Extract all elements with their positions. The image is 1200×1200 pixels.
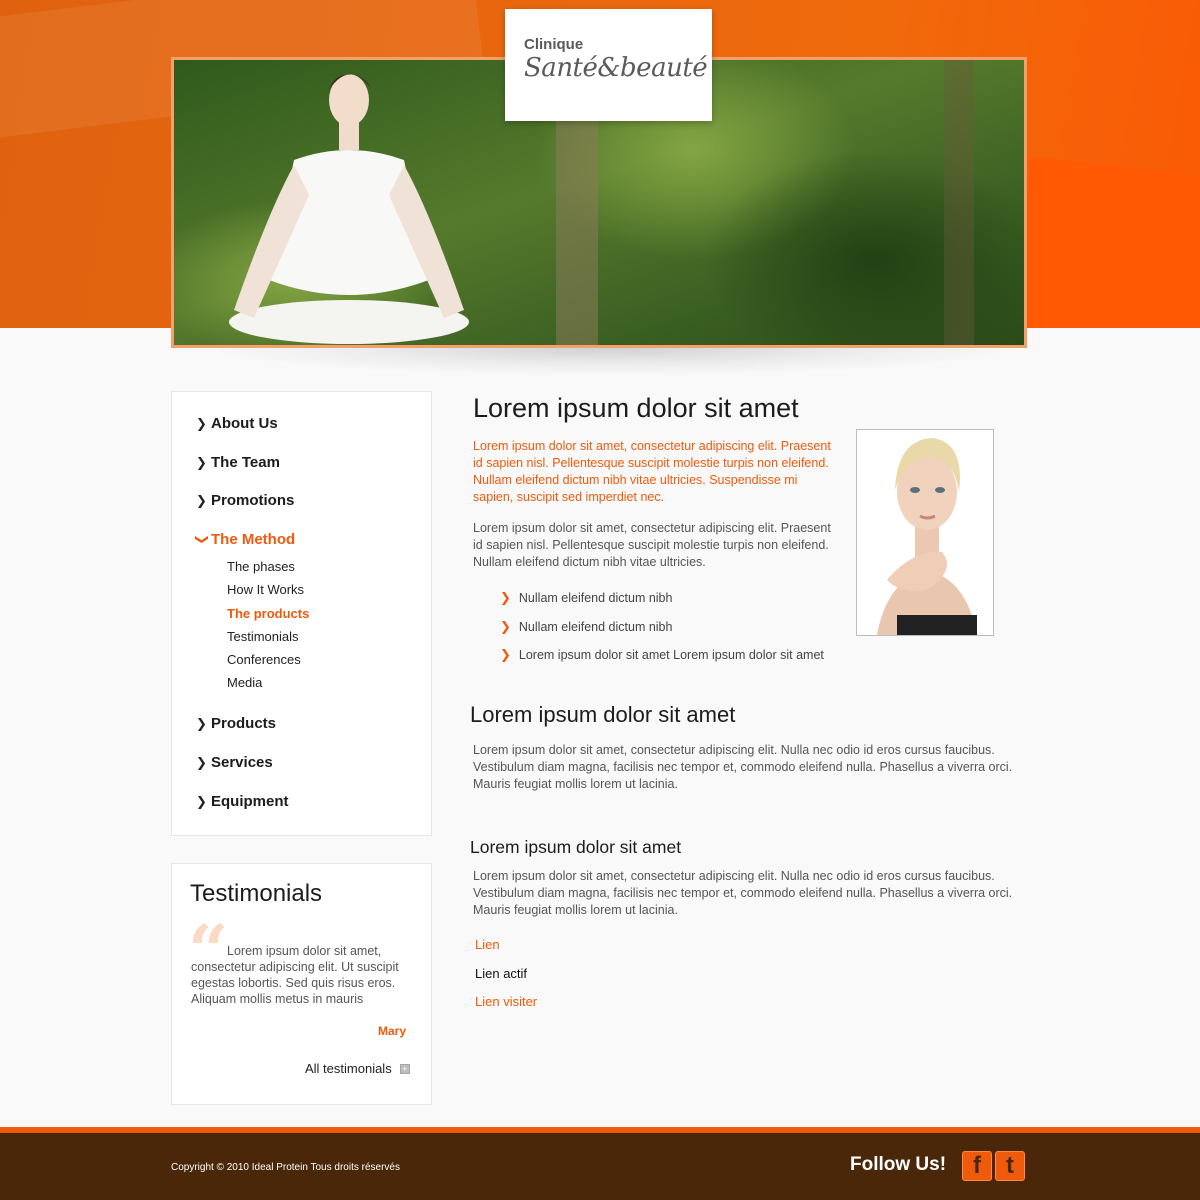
link-active[interactable]: Lien actif xyxy=(475,966,527,981)
twitter-glyph: t xyxy=(1006,1152,1014,1179)
all-testimonials-label: All testimonials xyxy=(305,1061,392,1076)
nav-item-label: About Us xyxy=(211,415,278,432)
portrait-image xyxy=(856,429,994,636)
bullet-text: Nullam eleifend dictum nibh xyxy=(518,620,673,634)
subnav-item-conferences[interactable]: Conferences xyxy=(227,652,301,667)
logo-line1: Clinique xyxy=(524,36,584,53)
nav-item-label: The Team xyxy=(211,454,280,471)
testimonial-quote: Lorem ipsum dolor sit amet, consectetur … xyxy=(191,944,399,1006)
section-paragraph: Lorem ipsum dolor sit amet, consectetur … xyxy=(473,743,1013,791)
nav-item-equipment[interactable]: ❯ Equipment xyxy=(196,793,289,810)
nav-item-promotions[interactable]: ❯ Promotions xyxy=(196,492,294,509)
facebook-glyph: f xyxy=(973,1152,981,1179)
footer: Copyright © 2010 Ideal Protein Tous droi… xyxy=(0,1133,1200,1200)
subnav-item-testimonials[interactable]: Testimonials xyxy=(227,629,299,644)
site-logo[interactable]: Clinique Santé&beauté xyxy=(505,9,712,121)
header-decoration xyxy=(1010,156,1200,328)
bullet-text: Nullam eleifend dictum nibh xyxy=(518,591,673,605)
section-heading: Lorem ipsum dolor sit amet xyxy=(470,837,682,857)
chevron-right-icon: ❯ xyxy=(500,590,511,605)
list-item: ❯ Lorem ipsum dolor sit amet Lorem ipsum … xyxy=(500,647,824,663)
nav-item-label: Services xyxy=(211,754,273,771)
portrait-photo xyxy=(857,430,993,635)
bullet-text: Lorem ipsum dolor sit amet Lorem ipsum d… xyxy=(518,648,824,662)
facebook-icon[interactable]: f xyxy=(962,1151,992,1181)
testimonials-widget: Testimonials “ Lorem ipsum dolor sit ame… xyxy=(171,863,432,1105)
chevron-right-icon: ❯ xyxy=(196,492,207,508)
chevron-right-icon: ❯ xyxy=(196,715,207,731)
nav-item-products[interactable]: ❯ Products xyxy=(196,715,276,732)
nav-item-the-team[interactable]: ❯ The Team xyxy=(196,454,280,471)
nav-item-about-us[interactable]: ❯ About Us xyxy=(196,415,278,432)
subnav-item-the-phases[interactable]: The phases xyxy=(227,559,295,574)
hero-shadow xyxy=(220,348,1000,374)
all-testimonials-link[interactable]: All testimonials + xyxy=(305,1061,410,1076)
subnav-item-media[interactable]: Media xyxy=(227,675,262,690)
nav-item-services[interactable]: ❯ Services xyxy=(196,754,273,771)
testimonials-title: Testimonials xyxy=(190,880,323,907)
chevron-right-icon: ❯ xyxy=(196,454,207,470)
chevron-right-icon: ❯ xyxy=(500,619,511,634)
copyright-text: Copyright © 2010 Ideal Protein Tous droi… xyxy=(171,1162,400,1173)
logo-line2: Santé&beauté xyxy=(524,53,708,83)
chevron-right-icon: ❯ xyxy=(500,647,511,662)
intro-paragraph: Lorem ipsum dolor sit amet, consectetur … xyxy=(473,521,831,569)
chevron-right-icon: ❯ xyxy=(196,754,207,770)
section-heading: Lorem ipsum dolor sit amet xyxy=(470,702,736,727)
sidebar-nav: ❯ About Us ❯ The Team ❯ Promotions ❯ The… xyxy=(171,391,432,836)
follow-us-label: Follow Us! xyxy=(850,1154,947,1175)
nav-item-the-method[interactable]: ❯ The Method xyxy=(195,531,296,548)
subnav-item-how-it-works[interactable]: How It Works xyxy=(227,582,304,597)
list-item: ❯ Nullam eleifend dictum nibh xyxy=(500,619,672,635)
link-visited[interactable]: Lien visiter xyxy=(475,994,537,1009)
nav-item-label: Products xyxy=(211,715,277,732)
link-normal[interactable]: Lien xyxy=(475,937,500,952)
nav-item-label: Equipment xyxy=(211,793,289,810)
lead-paragraph: Lorem ipsum dolor sit amet, consectetur … xyxy=(473,439,831,504)
list-item: ❯ Nullam eleifend dictum nibh xyxy=(500,590,672,606)
chevron-right-icon: ❯ xyxy=(196,415,207,431)
section-paragraph: Lorem ipsum dolor sit amet, consectetur … xyxy=(473,869,1013,917)
page-title: Lorem ipsum dolor sit amet xyxy=(473,393,799,423)
chevron-down-icon: ❯ xyxy=(195,533,210,545)
testimonial-author: Mary xyxy=(377,1024,406,1038)
twitter-icon[interactable]: t xyxy=(995,1151,1025,1181)
nav-item-label: The Method xyxy=(211,531,296,548)
chevron-right-icon: ❯ xyxy=(196,793,207,809)
subnav-item-the-products[interactable]: The products xyxy=(227,606,309,621)
plus-box-icon: + xyxy=(399,1063,410,1074)
nav-item-label: Promotions xyxy=(211,492,295,509)
